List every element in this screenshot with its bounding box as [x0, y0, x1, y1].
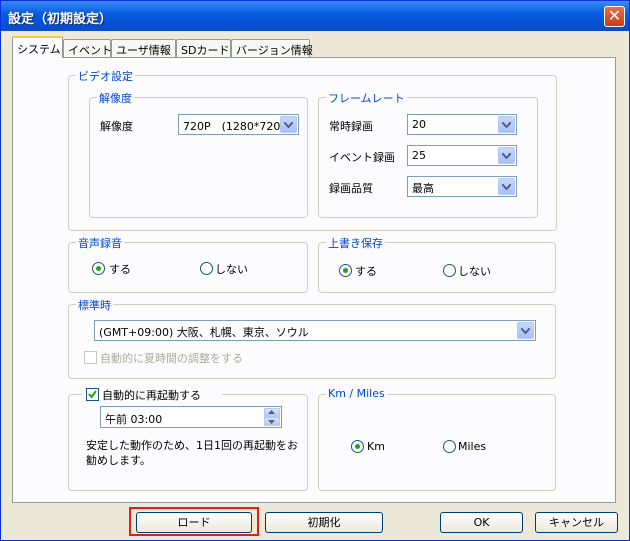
selected-value: 25: [412, 149, 426, 162]
tab-label: イベント: [68, 44, 112, 57]
spin-down-button[interactable]: [264, 417, 280, 426]
tab-event[interactable]: イベント: [63, 39, 112, 57]
cancel-button[interactable]: キャンセル: [535, 512, 618, 533]
title-bar[interactable]: 設定（初期設定） ✕: [1, 1, 629, 31]
restart-note-line1: 安定した動作のため、1日1回の再起動をお: [86, 439, 298, 452]
init-button[interactable]: 初期化: [265, 512, 383, 533]
overwrite-off-label[interactable]: しない: [458, 263, 491, 279]
group-label: 音声録音: [76, 235, 124, 251]
miles-label[interactable]: Miles: [458, 440, 486, 453]
group-label: ビデオ設定: [76, 68, 135, 84]
checkmark-icon: [88, 390, 97, 399]
dst-label: 自動的に夏時間の調整をする: [100, 352, 243, 365]
restart-note-line2: 勧めします。: [86, 454, 151, 467]
tab-label: ユーザ情報: [116, 44, 171, 57]
restart-time-spinner[interactable]: 午前 03:00: [100, 406, 282, 428]
chevron-down-icon[interactable]: [280, 116, 297, 133]
tab-label: システム: [17, 43, 61, 56]
overwrite-on-label[interactable]: する: [355, 263, 377, 279]
chevron-up-icon: [268, 410, 275, 414]
tab-label: バージョン情報: [236, 44, 313, 57]
event-recording-select[interactable]: 25: [407, 145, 517, 166]
chevron-down-icon[interactable]: [498, 178, 515, 195]
selected-value: (GMT+09:00) 大阪、札幌、東京、ソウル: [99, 326, 309, 339]
dst-checkbox[interactable]: [84, 351, 97, 364]
timezone-select[interactable]: (GMT+09:00) 大阪、札幌、東京、ソウル: [94, 320, 536, 341]
selected-value: 最高: [412, 182, 434, 195]
km-radio[interactable]: [351, 440, 364, 453]
tab-version-info[interactable]: バージョン情報: [231, 39, 313, 57]
resolution-label: 解像度: [100, 120, 133, 133]
audio-on-radio[interactable]: [92, 262, 105, 275]
km-label[interactable]: Km: [367, 440, 385, 453]
constant-recording-select[interactable]: 20: [407, 114, 517, 135]
group-label: フレームレート: [326, 90, 407, 106]
event-recording-label: イベント録画: [329, 151, 395, 164]
settings-dialog: 設定（初期設定） ✕ システム イベント ユーザ情報 SDカード バージョン情報…: [0, 0, 630, 541]
group-label: Km / Miles: [326, 387, 387, 400]
audio-off-radio[interactable]: [200, 262, 213, 275]
tab-system[interactable]: システム: [12, 36, 63, 58]
overwrite-on-radio[interactable]: [339, 264, 352, 277]
resolution-select[interactable]: 720P (1280*720): [178, 114, 299, 135]
auto-restart-checkbox[interactable]: [86, 388, 99, 401]
button-label: OK: [473, 516, 490, 529]
tab-user-info[interactable]: ユーザ情報: [111, 39, 176, 57]
selected-value: 20: [412, 118, 426, 131]
close-icon: ✕: [607, 6, 622, 25]
load-button[interactable]: ロード: [136, 512, 252, 533]
group-label: 解像度: [97, 90, 134, 106]
audio-off-label[interactable]: しない: [215, 261, 248, 277]
audio-on-label[interactable]: する: [109, 261, 131, 277]
auto-restart-label[interactable]: 自動的に再起動する: [102, 387, 201, 403]
miles-radio[interactable]: [443, 440, 456, 453]
recording-quality-label: 録画品質: [329, 182, 373, 195]
constant-recording-label: 常時録画: [329, 120, 373, 133]
button-label: 初期化: [307, 516, 341, 529]
overwrite-group: 上書き保存: [318, 235, 556, 293]
overwrite-off-radio[interactable]: [443, 264, 456, 277]
group-label: 上書き保存: [326, 235, 385, 251]
tab-label: SDカード: [181, 44, 230, 57]
chevron-down-icon[interactable]: [517, 322, 534, 339]
time-value: 午前 03:00: [105, 413, 163, 426]
chevron-down-icon: [268, 420, 275, 424]
spin-up-button[interactable]: [264, 408, 280, 417]
timezone-group: 標準時: [68, 297, 556, 379]
button-label: ロード: [177, 516, 211, 529]
chevron-down-icon[interactable]: [498, 147, 515, 164]
selected-value: 720P (1280*720): [183, 120, 285, 133]
button-label: キャンセル: [549, 516, 604, 529]
tab-sd-card[interactable]: SDカード: [176, 39, 231, 57]
window-title: 設定（初期設定）: [8, 12, 113, 27]
close-button[interactable]: ✕: [604, 6, 625, 27]
group-label: 標準時: [76, 297, 113, 313]
chevron-down-icon[interactable]: [498, 116, 515, 133]
recording-quality-select[interactable]: 最高: [407, 176, 517, 197]
ok-button[interactable]: OK: [440, 512, 523, 533]
